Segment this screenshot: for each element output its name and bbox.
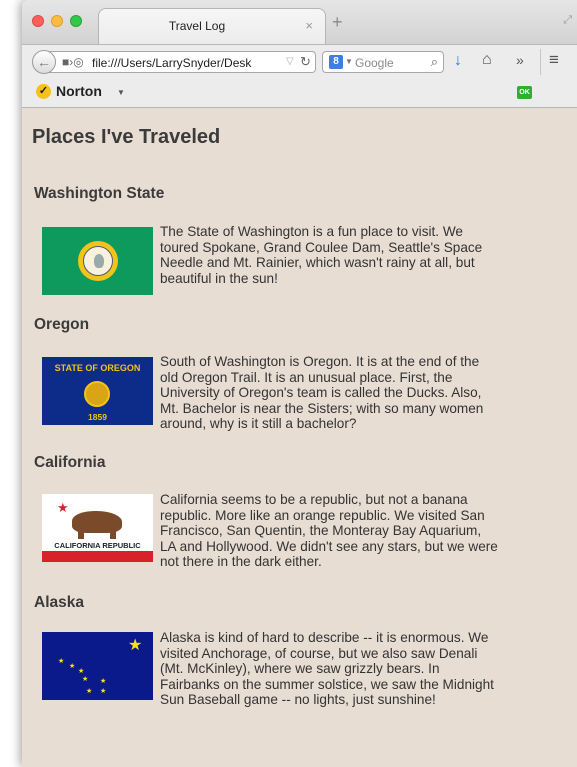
toolbar-divider	[540, 49, 541, 75]
search-bar[interactable]: 8 ▼ Google ⌕	[322, 51, 444, 73]
search-engine-dropdown-icon[interactable]: ▼	[345, 57, 353, 66]
place-heading-washington: Washington State	[34, 185, 165, 202]
minimize-window-button[interactable]	[51, 15, 63, 27]
washington-seal-icon	[78, 241, 118, 281]
oregon-flag-top-text: STATE OF OREGON	[54, 363, 141, 373]
norton-check-icon: ✓	[36, 84, 51, 99]
overflow-icon[interactable]: »	[516, 52, 524, 68]
place-description-oregon: South of Washington is Oregon. It is at …	[160, 354, 484, 432]
california-flag-text: CALIFORNIA REPUBLIC	[54, 541, 141, 550]
page-title: Places I've Traveled	[32, 126, 221, 148]
url-dropdown-icon[interactable]: ▽	[286, 56, 294, 67]
fullscreen-icon[interactable]: ⤢	[563, 14, 572, 27]
google-icon[interactable]: 8	[329, 55, 343, 69]
search-input[interactable]: Google	[355, 56, 394, 70]
page-content: Places I've Traveled Washington State Th…	[22, 108, 577, 767]
place-heading-alaska: Alaska	[34, 594, 84, 611]
home-icon[interactable]: ⌂	[482, 51, 492, 69]
norton-dropdown-icon[interactable]: ▼	[117, 88, 125, 97]
zoom-window-button[interactable]	[70, 15, 82, 27]
california-flag-image: ★ CALIFORNIA REPUBLIC	[42, 494, 153, 562]
oregon-flag-year: 1859	[88, 412, 107, 422]
oregon-seal-icon	[84, 381, 110, 407]
place-heading-california: California	[34, 454, 106, 471]
place-description-alaska: Alaska is kind of hard to describe -- it…	[160, 630, 494, 708]
star-icon: ★	[57, 500, 69, 515]
navigation-bar: ■›◎ file:///Users/LarrySnyder/Desk ▽ ↻ ←…	[22, 44, 577, 78]
url-input[interactable]: file:///Users/LarrySnyder/Desk	[92, 56, 262, 70]
ok-status-badge[interactable]: OK	[517, 86, 532, 99]
tab-strip: Travel Log × + ⤢	[22, 0, 577, 44]
place-heading-oregon: Oregon	[34, 316, 90, 333]
oregon-flag-image: STATE OF OREGON 1859	[42, 357, 153, 425]
tab-travel-log[interactable]: Travel Log ×	[98, 8, 326, 44]
place-description-california: California seems to be a republic, but n…	[160, 492, 498, 570]
bookmarks-icon[interactable]: ■›◎	[62, 55, 84, 69]
norton-label[interactable]: Norton	[56, 83, 102, 99]
close-window-button[interactable]	[32, 15, 44, 27]
tab-close-icon[interactable]: ×	[305, 18, 313, 33]
menu-icon[interactable]: ≡	[549, 50, 559, 70]
north-star-icon: ★	[128, 637, 143, 654]
place-description-washington: The State of Washington is a fun place t…	[160, 224, 483, 286]
search-icon[interactable]: ⌕	[431, 54, 438, 70]
new-tab-button[interactable]: +	[332, 12, 343, 33]
back-arrow-icon[interactable]: ←	[32, 50, 56, 74]
washington-flag-image	[42, 227, 153, 295]
browser-window: Travel Log × + ⤢ ■›◎ file:///Users/Larry…	[22, 0, 577, 767]
norton-toolbar: ✓ Norton ▼ OK	[22, 78, 577, 108]
url-bar[interactable]: ■›◎ file:///Users/LarrySnyder/Desk ▽ ↻	[48, 51, 316, 73]
alaska-flag-image: ★ ★ ★ ★ ★ ★ ★ ★	[42, 632, 153, 700]
reload-icon[interactable]: ↻	[300, 54, 311, 70]
tab-title: Travel Log	[168, 19, 226, 33]
download-icon[interactable]: ↓	[454, 52, 462, 70]
